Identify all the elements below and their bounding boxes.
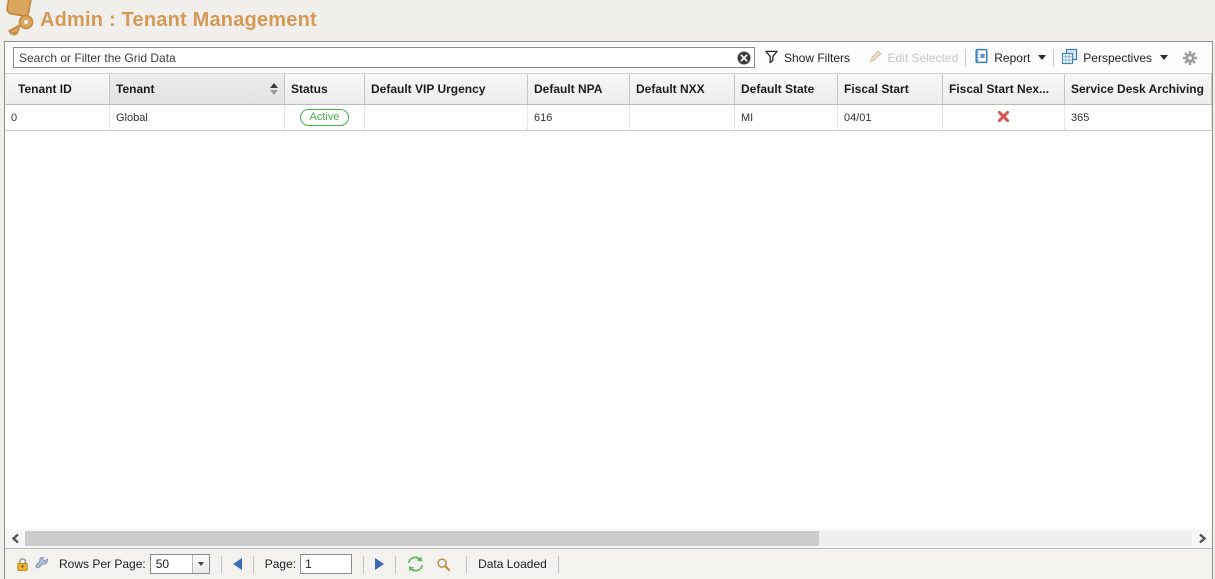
rows-per-page-value: 50 xyxy=(151,555,192,573)
magnifier-icon[interactable] xyxy=(436,557,451,572)
page-label: Page: xyxy=(265,557,296,571)
cell-default-state: MI xyxy=(735,105,838,130)
search-input[interactable] xyxy=(14,48,754,67)
toolbar-separator xyxy=(965,49,966,67)
edit-pencil-icon xyxy=(868,49,883,67)
admin-keys-icon xyxy=(4,0,38,37)
cell-fiscal-start-next xyxy=(943,105,1065,130)
statusbar-separator xyxy=(395,556,396,573)
rows-per-page-select[interactable]: 50 xyxy=(150,554,210,574)
statusbar-separator xyxy=(558,556,559,573)
scrollbar-thumb[interactable] xyxy=(25,531,819,546)
scroll-right-arrow[interactable] xyxy=(1192,529,1212,548)
cell-service-desk-archiving: 365 xyxy=(1065,105,1212,130)
perspectives-button[interactable]: Perspectives xyxy=(1061,48,1168,68)
toolbar-separator xyxy=(1053,49,1054,67)
page-title: Admin : Tenant Management xyxy=(40,9,317,32)
titlebar: Admin : Tenant Management xyxy=(0,0,1215,41)
column-header-tenant-id[interactable]: Tenant ID xyxy=(5,74,110,104)
data-loaded-status: Data Loaded xyxy=(478,557,547,571)
sort-asc-desc-icon[interactable] xyxy=(264,83,278,95)
search-container xyxy=(13,47,755,68)
cell-default-npa: 616 xyxy=(528,105,630,130)
column-header-fiscal-start-next[interactable]: Fiscal Start Nex... xyxy=(943,74,1065,104)
column-header-fiscal-start[interactable]: Fiscal Start xyxy=(838,74,943,104)
chevron-down-icon xyxy=(1038,55,1046,60)
statusbar: Rows Per Page: 50 Page: xyxy=(5,548,1212,579)
statusbar-separator xyxy=(363,556,364,573)
perspectives-label: Perspectives xyxy=(1083,51,1152,65)
scroll-left-arrow[interactable] xyxy=(5,529,25,548)
clear-search-icon[interactable] xyxy=(737,51,751,65)
statusbar-separator xyxy=(466,556,467,573)
report-label: Report xyxy=(994,51,1030,65)
column-header-default-npa[interactable]: Default NPA xyxy=(528,74,630,104)
perspectives-layers-icon xyxy=(1061,48,1078,68)
page-number-input[interactable] xyxy=(300,554,352,574)
cell-default-vip-urgency xyxy=(365,105,528,130)
column-header-status[interactable]: Status xyxy=(285,74,365,104)
column-header-default-vip-urgency[interactable]: Default VIP Urgency xyxy=(365,74,528,104)
grid-panel: Show Filters Edit Selected xyxy=(4,41,1213,579)
column-header-default-state[interactable]: Default State xyxy=(735,74,838,104)
cell-default-nxx xyxy=(630,105,735,130)
column-header-default-nxx[interactable]: Default NXX xyxy=(630,74,735,104)
column-header-tenant[interactable]: Tenant xyxy=(110,74,285,104)
edit-selected-button[interactable]: Edit Selected xyxy=(868,49,959,67)
chevron-down-icon xyxy=(1160,55,1168,60)
report-notebook-icon xyxy=(973,48,989,67)
show-filters-label: Show Filters xyxy=(784,51,850,65)
select-chevron-down-icon xyxy=(192,555,209,573)
wrench-icon[interactable] xyxy=(34,557,49,572)
show-filters-button[interactable]: Show Filters xyxy=(764,49,850,67)
table-row[interactable]: 0 Global Active 616 MI 04/01 365 xyxy=(5,105,1212,131)
grid-toolbar: Show Filters Edit Selected xyxy=(5,42,1212,73)
edit-selected-label: Edit Selected xyxy=(888,51,959,65)
filter-funnel-icon xyxy=(764,49,779,67)
horizontal-scrollbar xyxy=(5,529,1212,548)
refresh-icon[interactable] xyxy=(407,556,424,572)
statusbar-separator xyxy=(253,556,254,573)
statusbar-separator xyxy=(221,556,222,573)
settings-gear-icon[interactable] xyxy=(1182,50,1198,66)
cell-tenant-id: 0 xyxy=(5,105,110,130)
cell-tenant: Global xyxy=(110,105,285,130)
next-page-icon[interactable] xyxy=(375,558,384,570)
cell-fiscal-start: 04/01 xyxy=(838,105,943,130)
status-badge: Active xyxy=(300,109,350,126)
grid-header-row: Tenant ID Tenant Status Default VIP Urge… xyxy=(5,73,1212,105)
red-x-icon xyxy=(997,110,1010,126)
cell-status: Active xyxy=(285,105,365,130)
prev-page-icon[interactable] xyxy=(233,558,242,570)
column-header-service-desk-archiving[interactable]: Service Desk Archiving xyxy=(1065,74,1212,104)
grid-empty-area xyxy=(5,131,1212,529)
scrollbar-track[interactable] xyxy=(25,531,1192,546)
lock-icon[interactable] xyxy=(15,556,30,572)
rows-per-page-label: Rows Per Page: xyxy=(59,557,146,571)
report-button[interactable]: Report xyxy=(973,48,1046,67)
